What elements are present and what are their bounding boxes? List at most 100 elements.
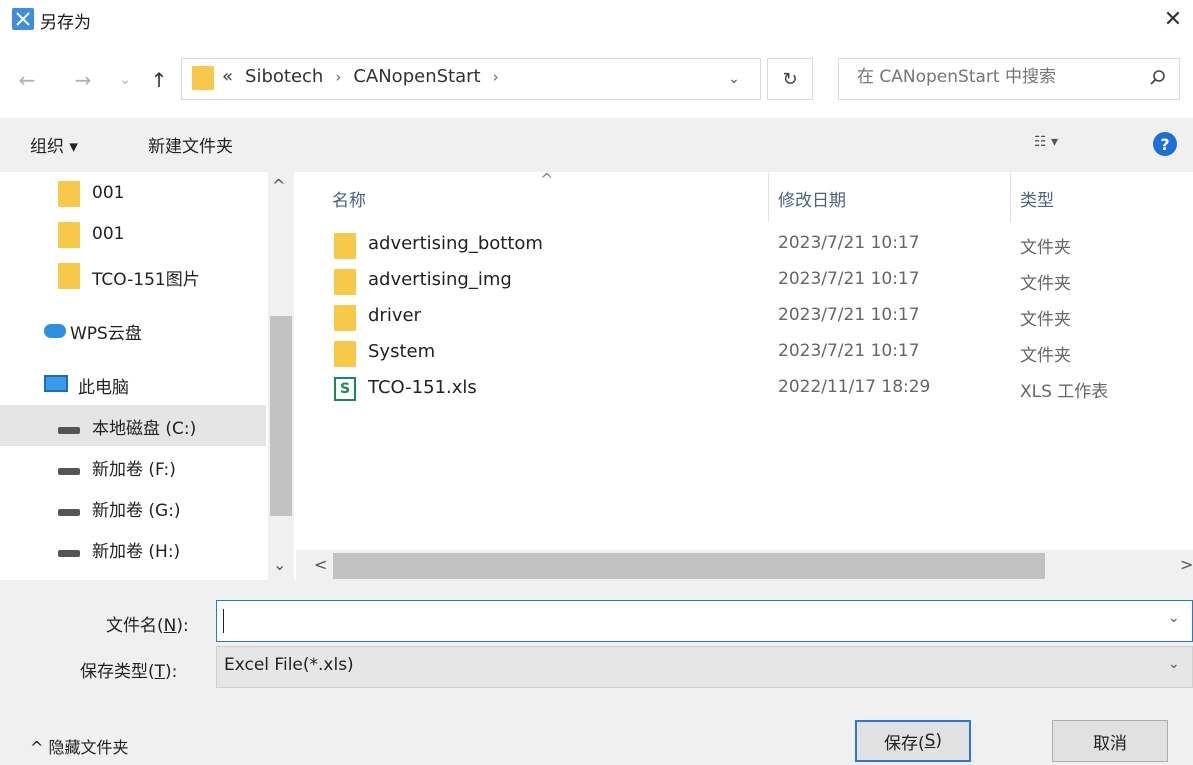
file-row[interactable]: advertising_bottom 2023/7/21 10:17 文件夹	[330, 229, 1190, 263]
filename-label-text: ):	[176, 616, 189, 636]
hide-folders-toggle[interactable]: ^ 隐藏文件夹	[30, 734, 129, 758]
new-folder-button[interactable]: 新建文件夹	[148, 132, 233, 157]
drive-icon	[58, 427, 80, 434]
sidebar-item-drive-c[interactable]: 本地磁盘 (C:)	[0, 405, 266, 446]
file-type: 文件夹	[1020, 238, 1071, 258]
title-bar	[0, 0, 1193, 40]
filetype-dropdown-button[interactable]: ⌄	[1168, 656, 1180, 672]
file-modified: 2023/7/21 10:17	[778, 305, 920, 325]
file-modified: 2022/11/17 18:29	[778, 377, 931, 397]
sidebar-item-wps-cloud[interactable]: WPS云盘	[0, 310, 266, 351]
filename-input[interactable]	[224, 607, 1124, 635]
save-accesskey: S	[924, 731, 936, 751]
window-title: 另存为	[40, 13, 91, 33]
breadcrumb-item[interactable]: Sibotech	[245, 66, 323, 87]
breadcrumb: « Sibotech › CANopenStart ›	[222, 66, 499, 87]
save-label: )	[935, 731, 943, 751]
column-header-name[interactable]: 名称	[332, 186, 366, 211]
sidebar-item-this-pc[interactable]: 此电脑	[0, 364, 266, 405]
scroll-left-button[interactable]: <	[314, 555, 327, 574]
sidebar-item-label: 001	[92, 224, 125, 244]
organize-button[interactable]: 组织 ▾	[30, 132, 78, 157]
filename-label-accesskey: N	[163, 616, 177, 636]
sidebar-item-label: 本地磁盘 (C:)	[92, 419, 197, 439]
file-row[interactable]: S TCO-151.xls 2022/11/17 18:29 XLS 工作表	[330, 373, 1190, 407]
xls-icon: S	[334, 377, 356, 401]
sort-ascending-icon: ^	[540, 170, 554, 189]
address-dropdown-button[interactable]: ⌄	[722, 64, 746, 94]
breadcrumb-separator[interactable]: ›	[335, 68, 341, 86]
search-icon[interactable]	[1148, 68, 1168, 88]
recent-locations-button[interactable]: ⌄	[112, 62, 138, 98]
filename-dropdown-button[interactable]: ⌄	[1168, 610, 1180, 626]
breadcrumb-overflow[interactable]: «	[222, 66, 233, 87]
filetype-label-text: 保存类型(	[80, 662, 155, 682]
computer-icon	[44, 375, 68, 392]
folder-icon	[58, 181, 80, 207]
scroll-right-button[interactable]: >	[1180, 555, 1193, 574]
sidebar-item-drive-f[interactable]: 新加卷 (F:)	[0, 446, 266, 487]
cancel-button[interactable]: 取消	[1052, 720, 1168, 762]
filetype-label: 保存类型(T):	[80, 657, 177, 682]
sidebar-item-folder-001[interactable]: 001	[0, 174, 266, 215]
file-row[interactable]: advertising_img 2023/7/21 10:17 文件夹	[330, 265, 1190, 299]
sidebar-item-label: 此电脑	[78, 378, 129, 398]
file-type: 文件夹	[1020, 310, 1071, 330]
close-button[interactable]: ✕	[1158, 4, 1188, 34]
sidebar-item-label: WPS云盘	[70, 324, 142, 344]
folder-icon	[334, 233, 356, 259]
column-header-modified[interactable]: 修改日期	[778, 186, 846, 211]
sidebar-item-drive-g[interactable]: 新加卷 (G:)	[0, 487, 266, 528]
scroll-down-button[interactable]: ⌄	[273, 555, 286, 574]
sidebar-item-label: 新加卷 (H:)	[92, 542, 181, 562]
column-divider[interactable]	[768, 172, 769, 222]
sidebar-item-label: 001	[92, 183, 125, 203]
sidebar-scroll-thumb[interactable]	[270, 316, 292, 516]
text-caret	[223, 609, 224, 633]
column-header-type[interactable]: 类型	[1020, 186, 1054, 211]
scroll-up-button[interactable]: ^	[272, 176, 285, 195]
sidebar-item-label: TCO-151图片	[92, 270, 200, 290]
filetype-selected-value: Excel File(*.xls)	[224, 655, 354, 675]
folder-icon	[334, 341, 356, 367]
sidebar-item-label: 新加卷 (G:)	[92, 501, 181, 521]
filetype-select[interactable]	[216, 646, 1193, 688]
sidebar-item-label: 新加卷 (F:)	[92, 460, 176, 480]
navigation-pane: 001 001 TCO-151图片 WPS云盘 此电脑 本地磁盘 (C:) 新加…	[0, 172, 295, 580]
file-row[interactable]: System 2023/7/21 10:17 文件夹	[330, 337, 1190, 371]
drive-icon	[58, 509, 80, 516]
file-modified: 2023/7/21 10:17	[778, 341, 920, 361]
file-modified: 2023/7/21 10:17	[778, 269, 920, 289]
cloud-icon	[44, 324, 66, 338]
sidebar-item-folder-001[interactable]: 001	[0, 215, 266, 256]
view-options-button[interactable]: ☷ ▾	[1034, 134, 1058, 150]
save-label: 保存(	[883, 733, 925, 754]
breadcrumb-separator[interactable]: ›	[493, 68, 499, 86]
up-button[interactable]: ↑	[146, 62, 172, 98]
sidebar-item-tco-images[interactable]: TCO-151图片	[0, 256, 266, 297]
file-name: TCO-151.xls	[368, 377, 477, 398]
sidebar-item-drive-h[interactable]: 新加卷 (H:)	[0, 528, 266, 569]
breadcrumb-item[interactable]: CANopenStart	[353, 66, 480, 87]
save-button[interactable]: 保存(S)	[855, 720, 971, 762]
filename-label: 文件名(N):	[106, 611, 189, 636]
back-button[interactable]: ←	[14, 62, 40, 98]
drive-icon	[58, 468, 80, 475]
column-divider[interactable]	[1010, 172, 1011, 222]
folder-icon	[334, 269, 356, 295]
file-modified: 2023/7/21 10:17	[778, 233, 920, 253]
search-input[interactable]	[857, 67, 1127, 87]
refresh-button[interactable]: ↻	[767, 58, 813, 100]
help-icon[interactable]: ?	[1153, 132, 1177, 156]
filetype-label-text: ):	[165, 662, 178, 682]
folder-icon	[334, 305, 356, 331]
file-type: 文件夹	[1020, 274, 1071, 294]
horizontal-scroll-thumb[interactable]	[333, 553, 1045, 579]
file-name: System	[368, 341, 436, 362]
file-name: driver	[368, 305, 421, 326]
forward-button[interactable]: →	[70, 62, 96, 98]
file-type: XLS 工作表	[1020, 382, 1109, 402]
file-row[interactable]: driver 2023/7/21 10:17 文件夹	[330, 301, 1190, 335]
filename-label-text: 文件名(	[106, 616, 164, 636]
file-name: advertising_img	[368, 269, 512, 290]
